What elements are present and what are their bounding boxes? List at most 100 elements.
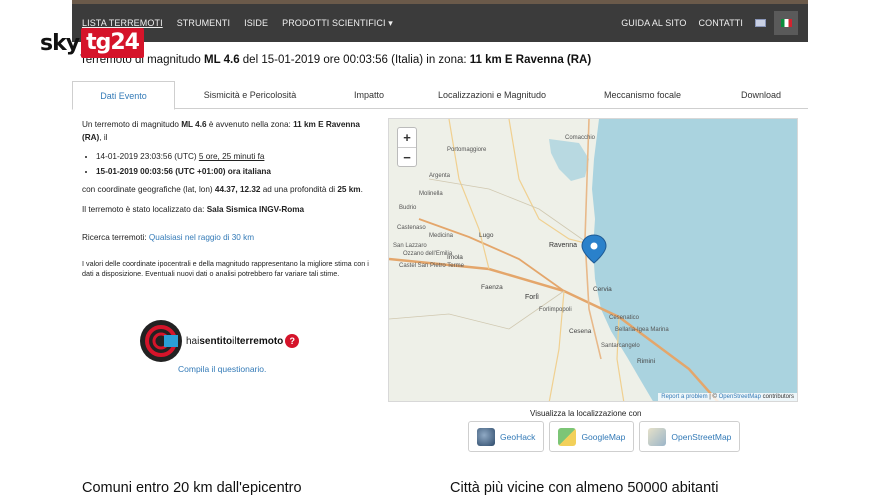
google-maps-icon <box>558 427 577 446</box>
zoom-out-button[interactable]: − <box>398 147 416 166</box>
tab-meccanismo-focale[interactable]: Meccanismo focale <box>571 81 714 109</box>
epicenter-map[interactable]: Portomaggiore Argenta Budrio Molinella C… <box>388 118 798 402</box>
map-label-san-lazzaro: San Lazzaro <box>393 243 427 249</box>
map-label-ravenna: Ravenna <box>549 242 577 249</box>
map-label-comacchio: Comacchio <box>565 135 596 141</box>
haisentito-logo[interactable]: haisentitoilterremoto ? <box>140 320 300 362</box>
coord-mid: ad una profondità di <box>260 185 338 194</box>
language-it-box[interactable] <box>774 11 798 35</box>
osm-link[interactable]: OpenStreetMap <box>719 394 761 400</box>
geohack-button[interactable]: GeoHack <box>468 421 545 452</box>
map-label-bellaria: Bellaria-Igea Marina <box>615 327 669 333</box>
visualize-buttons: GeoHack GoogleMap OpenStreetMap <box>468 421 745 452</box>
loc-by: Sala Sismica INGV-Roma <box>206 204 305 214</box>
coord-pre: con coordinate geografiche (lat, lon) <box>82 185 215 194</box>
map-label-forlimpopoli: Forlimpopoli <box>539 307 572 313</box>
map-label-santarcangelo: Santarcangelo <box>601 343 640 349</box>
event-times-list: 14-01-2019 23:03:56 (UTC) 5 ore, 25 minu… <box>96 151 372 178</box>
event-intro: Un terremoto di magnitudo ML 4.6 è avven… <box>82 119 372 144</box>
tab-impatto[interactable]: Impatto <box>325 81 413 109</box>
haisentito-text: haisentitoilterremoto <box>186 336 283 347</box>
haisentito-circle-icon <box>140 320 182 362</box>
main-navbar: LISTA TERREMOTI STRUMENTI ISIDE PRODOTTI… <box>72 4 808 42</box>
local-time-item: 15-01-2019 00:03:56 (UTC +01:00) ora ita… <box>96 166 372 179</box>
questionnaire-link[interactable]: Compila il questionario. <box>178 364 266 374</box>
estimate-note: I valori delle coordinate ipocentrali e … <box>82 258 369 279</box>
event-coordinates: con coordinate geografiche (lat, lon) 44… <box>82 184 372 197</box>
headline-zone: 11 km E Ravenna (RA) <box>469 54 592 66</box>
map-canvas: Portomaggiore Argenta Budrio Molinella C… <box>389 119 797 401</box>
event-details: Un terremoto di magnitudo ML 4.6 è avven… <box>82 119 372 287</box>
map-label-argenta: Argenta <box>429 173 451 179</box>
hsit-b: sentito <box>199 335 233 347</box>
local-time: 15-01-2019 00:03:56 (UTC +01:00) ora ita… <box>96 166 271 176</box>
map-label-faenza: Faenza <box>481 284 503 291</box>
page-title: Terremoto di magnitudo ML 4.6 del 15-01-… <box>80 54 591 66</box>
openstreetmap-label: OpenStreetMap <box>671 431 732 442</box>
uk-flag-icon[interactable] <box>755 19 766 27</box>
hsit-d: terremoto <box>236 335 284 347</box>
intro-mid: è avvenuto nella zona: <box>206 120 294 129</box>
openstreetmap-button[interactable]: OpenStreetMap <box>639 421 741 452</box>
question-icon: ? <box>285 334 300 348</box>
map-label-lugo: Lugo <box>479 232 494 239</box>
map-label-budrio: Budrio <box>399 205 417 211</box>
map-label-portomaggiore: Portomaggiore <box>447 147 487 153</box>
hsit-a: hai <box>186 335 200 347</box>
map-attribution: Report a problem | © OpenStreetMap contr… <box>658 393 797 401</box>
attrib-post: contributors <box>760 394 794 400</box>
nav-strumenti[interactable]: STRUMENTI <box>177 18 230 28</box>
event-tabs: Dati Evento Sismicità e Pericolosità Imp… <box>72 81 808 110</box>
search-earthquakes: Ricerca terremoti: Qualsiasi nel raggio … <box>82 232 372 245</box>
zoom-in-button[interactable]: + <box>398 128 416 147</box>
search-pre: Ricerca terremoti: <box>82 233 149 242</box>
map-label-imola: Imola <box>447 254 463 261</box>
coord-post: . <box>360 185 363 194</box>
utc-time-item: 14-01-2019 23:03:56 (UTC) 5 ore, 25 minu… <box>96 151 372 164</box>
coord-values: 44.37, 12.32 <box>214 185 261 194</box>
tab-localizzazioni-magnitudo[interactable]: Localizzazioni e Magnitudo <box>413 81 571 109</box>
search-radius-link[interactable]: Qualsiasi nel raggio di 30 km <box>149 233 254 242</box>
map-label-forli: Forlì <box>525 294 539 301</box>
headline-magnitude: ML 4.6 <box>204 54 240 66</box>
nearby-municipalities-heading: Comuni entro 20 km dall'epicentro <box>82 480 302 495</box>
map-zoom-control: + − <box>397 127 417 167</box>
globe-icon <box>477 427 495 446</box>
report-problem-link[interactable]: Report a problem <box>661 394 707 400</box>
time-ago: 5 ore, 25 minuti fa <box>198 152 265 161</box>
nav-right: GUIDA AL SITO CONTATTI <box>621 4 808 42</box>
map-label-cervia: Cervia <box>593 286 612 293</box>
logo-tg24-text: tg24 <box>81 28 144 58</box>
nav-iside[interactable]: ISIDE <box>244 18 268 28</box>
tab-download[interactable]: Download <box>714 81 808 109</box>
map-label-molinella: Molinella <box>419 191 443 197</box>
headline-mid: del 15-01-2019 ore 00:03:56 (Italia) in … <box>239 54 470 66</box>
nav-contatti[interactable]: CONTATTI <box>699 18 743 28</box>
map-label-ozzano: Ozzano dell'Emilia <box>403 251 453 257</box>
utc-time: 14-01-2019 23:03:56 (UTC) <box>96 152 199 161</box>
map-label-medicina: Medicina <box>429 233 454 239</box>
sky-tg24-logo: sky tg24 <box>40 26 144 60</box>
visualize-label: Visualizza la localizzazione con <box>530 409 642 418</box>
tab-sismicita-pericolosita[interactable]: Sismicità e Pericolosità <box>175 81 325 109</box>
map-label-castenaso: Castenaso <box>397 225 426 231</box>
italy-flag-icon <box>780 19 792 27</box>
tab-dati-evento[interactable]: Dati Evento <box>72 81 175 110</box>
map-label-cesena: Cesena <box>569 328 592 335</box>
localized-by: Il terremoto è stato localizzato da: Sal… <box>82 204 372 217</box>
loc-pre: Il terremoto è stato localizzato da: <box>82 204 207 214</box>
attrib-sep: | © <box>707 394 719 400</box>
map-label-rimini: Rimini <box>637 358 655 365</box>
googlemap-label: GoogleMap <box>581 431 626 442</box>
map-label-castel-san-pietro: Castel San Pietro Terme <box>399 263 465 269</box>
googlemap-button[interactable]: GoogleMap <box>549 421 635 452</box>
depth-value: 25 km <box>337 185 361 194</box>
nav-guida-al-sito[interactable]: GUIDA AL SITO <box>621 18 686 28</box>
osm-icon <box>648 427 667 446</box>
map-label-cesenatico: Cesenatico <box>609 315 640 321</box>
intro-magnitude: ML 4.6 <box>181 120 207 129</box>
geohack-label: GeoHack <box>500 431 536 442</box>
logo-sky-text: sky <box>40 30 80 56</box>
nav-prodotti-scientifici[interactable]: PRODOTTI SCIENTIFICI ▾ <box>282 18 393 29</box>
nearest-cities-heading: Città più vicine con almeno 50000 abitan… <box>450 480 719 495</box>
